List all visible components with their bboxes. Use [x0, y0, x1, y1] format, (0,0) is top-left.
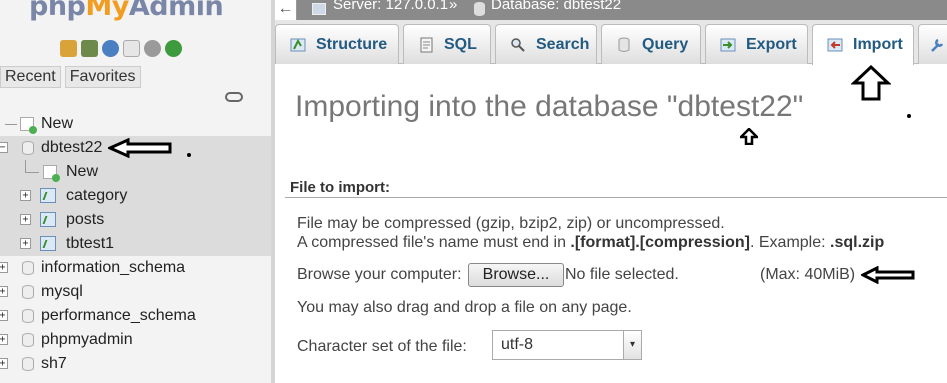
database-icon [22, 261, 34, 275]
expand-icon[interactable]: + [0, 334, 8, 345]
docs-icon[interactable] [123, 40, 140, 57]
database-icon [22, 141, 34, 155]
tab-bar: Structure SQL Search Query Export Import [275, 20, 947, 65]
annotation-arrow-up-icon [851, 65, 891, 101]
tab-structure[interactable]: Structure [275, 24, 399, 64]
tree-item-dbtest22[interactable]: − dbtest22 [0, 136, 271, 160]
collapse-icon[interactable]: − [0, 142, 8, 153]
nav-tab-recent[interactable]: Recent [0, 66, 61, 88]
tree-item-table-category[interactable]: + category [0, 184, 271, 208]
max-upload-size: (Max: 40MiB) [760, 266, 856, 283]
charset-label: Character set of the file: [297, 338, 467, 355]
database-icon [474, 2, 485, 16]
tab-more[interactable] [918, 24, 947, 64]
database-icon [22, 285, 34, 299]
page-title: Importing into the database "dbtest22" [295, 90, 804, 123]
filename-note: A compressed file's name must end in .[f… [297, 234, 885, 251]
main-content: Importing into the database "dbtest22" F… [275, 65, 947, 383]
breadcrumb-separator: » [449, 0, 458, 13]
settings-icon[interactable] [144, 40, 161, 57]
browse-button[interactable]: Browse... [468, 263, 564, 287]
database-icon [22, 309, 34, 323]
expand-icon[interactable]: + [0, 286, 8, 297]
annotation-dot [187, 153, 191, 157]
tab-query[interactable]: Query [601, 24, 701, 64]
drag-drop-note: You may also drag and drop a file on any… [297, 299, 632, 316]
chevron-down-icon: ▾ [623, 331, 641, 359]
expand-icon[interactable]: + [0, 262, 8, 273]
compression-note: File may be compressed (gzip, bzip2, zip… [297, 215, 725, 232]
browse-label: Browse your computer: [297, 266, 462, 283]
database-icon [22, 357, 34, 371]
collapse-navigation-icon[interactable]: ← [275, 0, 297, 20]
tree-item-table-tbtest1[interactable]: + tbtest1 [0, 232, 271, 256]
breadcrumb-database[interactable]: Database: dbtest22 [491, 0, 621, 14]
tree-item-phpmyadmin[interactable]: + phpmyadmin [0, 328, 271, 352]
charset-select[interactable]: utf-8 ▾ [492, 330, 642, 360]
annotation-dot [907, 114, 911, 118]
exit-icon[interactable] [81, 40, 98, 57]
link-with-main-panel-icon[interactable] [225, 92, 243, 102]
new-database-icon [20, 117, 37, 134]
table-icon [40, 212, 56, 227]
table-icon [40, 236, 56, 251]
expand-icon[interactable]: + [20, 190, 31, 201]
file-import-fieldset: File may be compressed (gzip, bzip2, zip… [285, 198, 947, 383]
tree-item-sh7[interactable]: + sh7 [0, 352, 271, 376]
new-table-icon [43, 165, 60, 182]
tree-item-performance-schema[interactable]: + performance_schema [0, 304, 271, 328]
tab-export[interactable]: Export [705, 24, 808, 64]
tree-item-information-schema[interactable]: + information_schema [0, 256, 271, 280]
wrench-icon [931, 38, 944, 52]
breadcrumb: ← Server: 127.0.0.1 » Database: dbtest22 [275, 0, 947, 20]
server-icon [312, 3, 326, 15]
table-icon [40, 188, 56, 203]
quick-icons [60, 40, 182, 57]
tree-item-table-posts[interactable]: + posts [0, 208, 271, 232]
sql-icon [420, 37, 433, 52]
nav-tab-favorites[interactable]: Favorites [64, 66, 141, 88]
query-icon [618, 37, 630, 52]
tree-item-mysql[interactable]: + mysql [0, 280, 271, 304]
annotation-arrow-left-icon [108, 138, 172, 158]
tab-search[interactable]: Search [495, 24, 597, 64]
expand-icon[interactable]: + [20, 238, 31, 249]
expand-icon[interactable]: + [0, 358, 8, 369]
breadcrumb-server[interactable]: Server: 127.0.0.1 [333, 0, 448, 14]
reload-icon[interactable] [165, 40, 182, 57]
annotation-arrow-up-small-icon [740, 128, 758, 145]
expand-icon[interactable]: + [20, 214, 31, 225]
database-icon [22, 333, 34, 347]
section-heading: File to import: [290, 179, 390, 196]
nav-tabs: Recent Favorites [0, 66, 141, 88]
import-icon [827, 38, 843, 52]
expand-icon[interactable]: + [0, 310, 8, 321]
help-icon[interactable] [102, 40, 119, 57]
home-icon[interactable] [60, 40, 77, 57]
tree-item-new[interactable]: New [0, 112, 271, 136]
tab-sql[interactable]: SQL [403, 24, 491, 64]
structure-icon [290, 38, 306, 51]
database-tree: New − dbtest22 New + category + posts + … [0, 112, 271, 376]
search-icon [511, 37, 525, 52]
tree-item-new-table[interactable]: New [0, 160, 271, 184]
annotation-arrow-left-icon [861, 266, 915, 284]
phpmyadmin-logo[interactable]: phpMyAdmin [29, 0, 224, 22]
no-file-selected-text: No file selected. [565, 266, 679, 283]
export-icon [720, 38, 736, 51]
navigation-panel: phpMyAdmin Recent Favorites New − dbtest… [0, 0, 271, 383]
tab-import[interactable]: Import [812, 24, 914, 65]
